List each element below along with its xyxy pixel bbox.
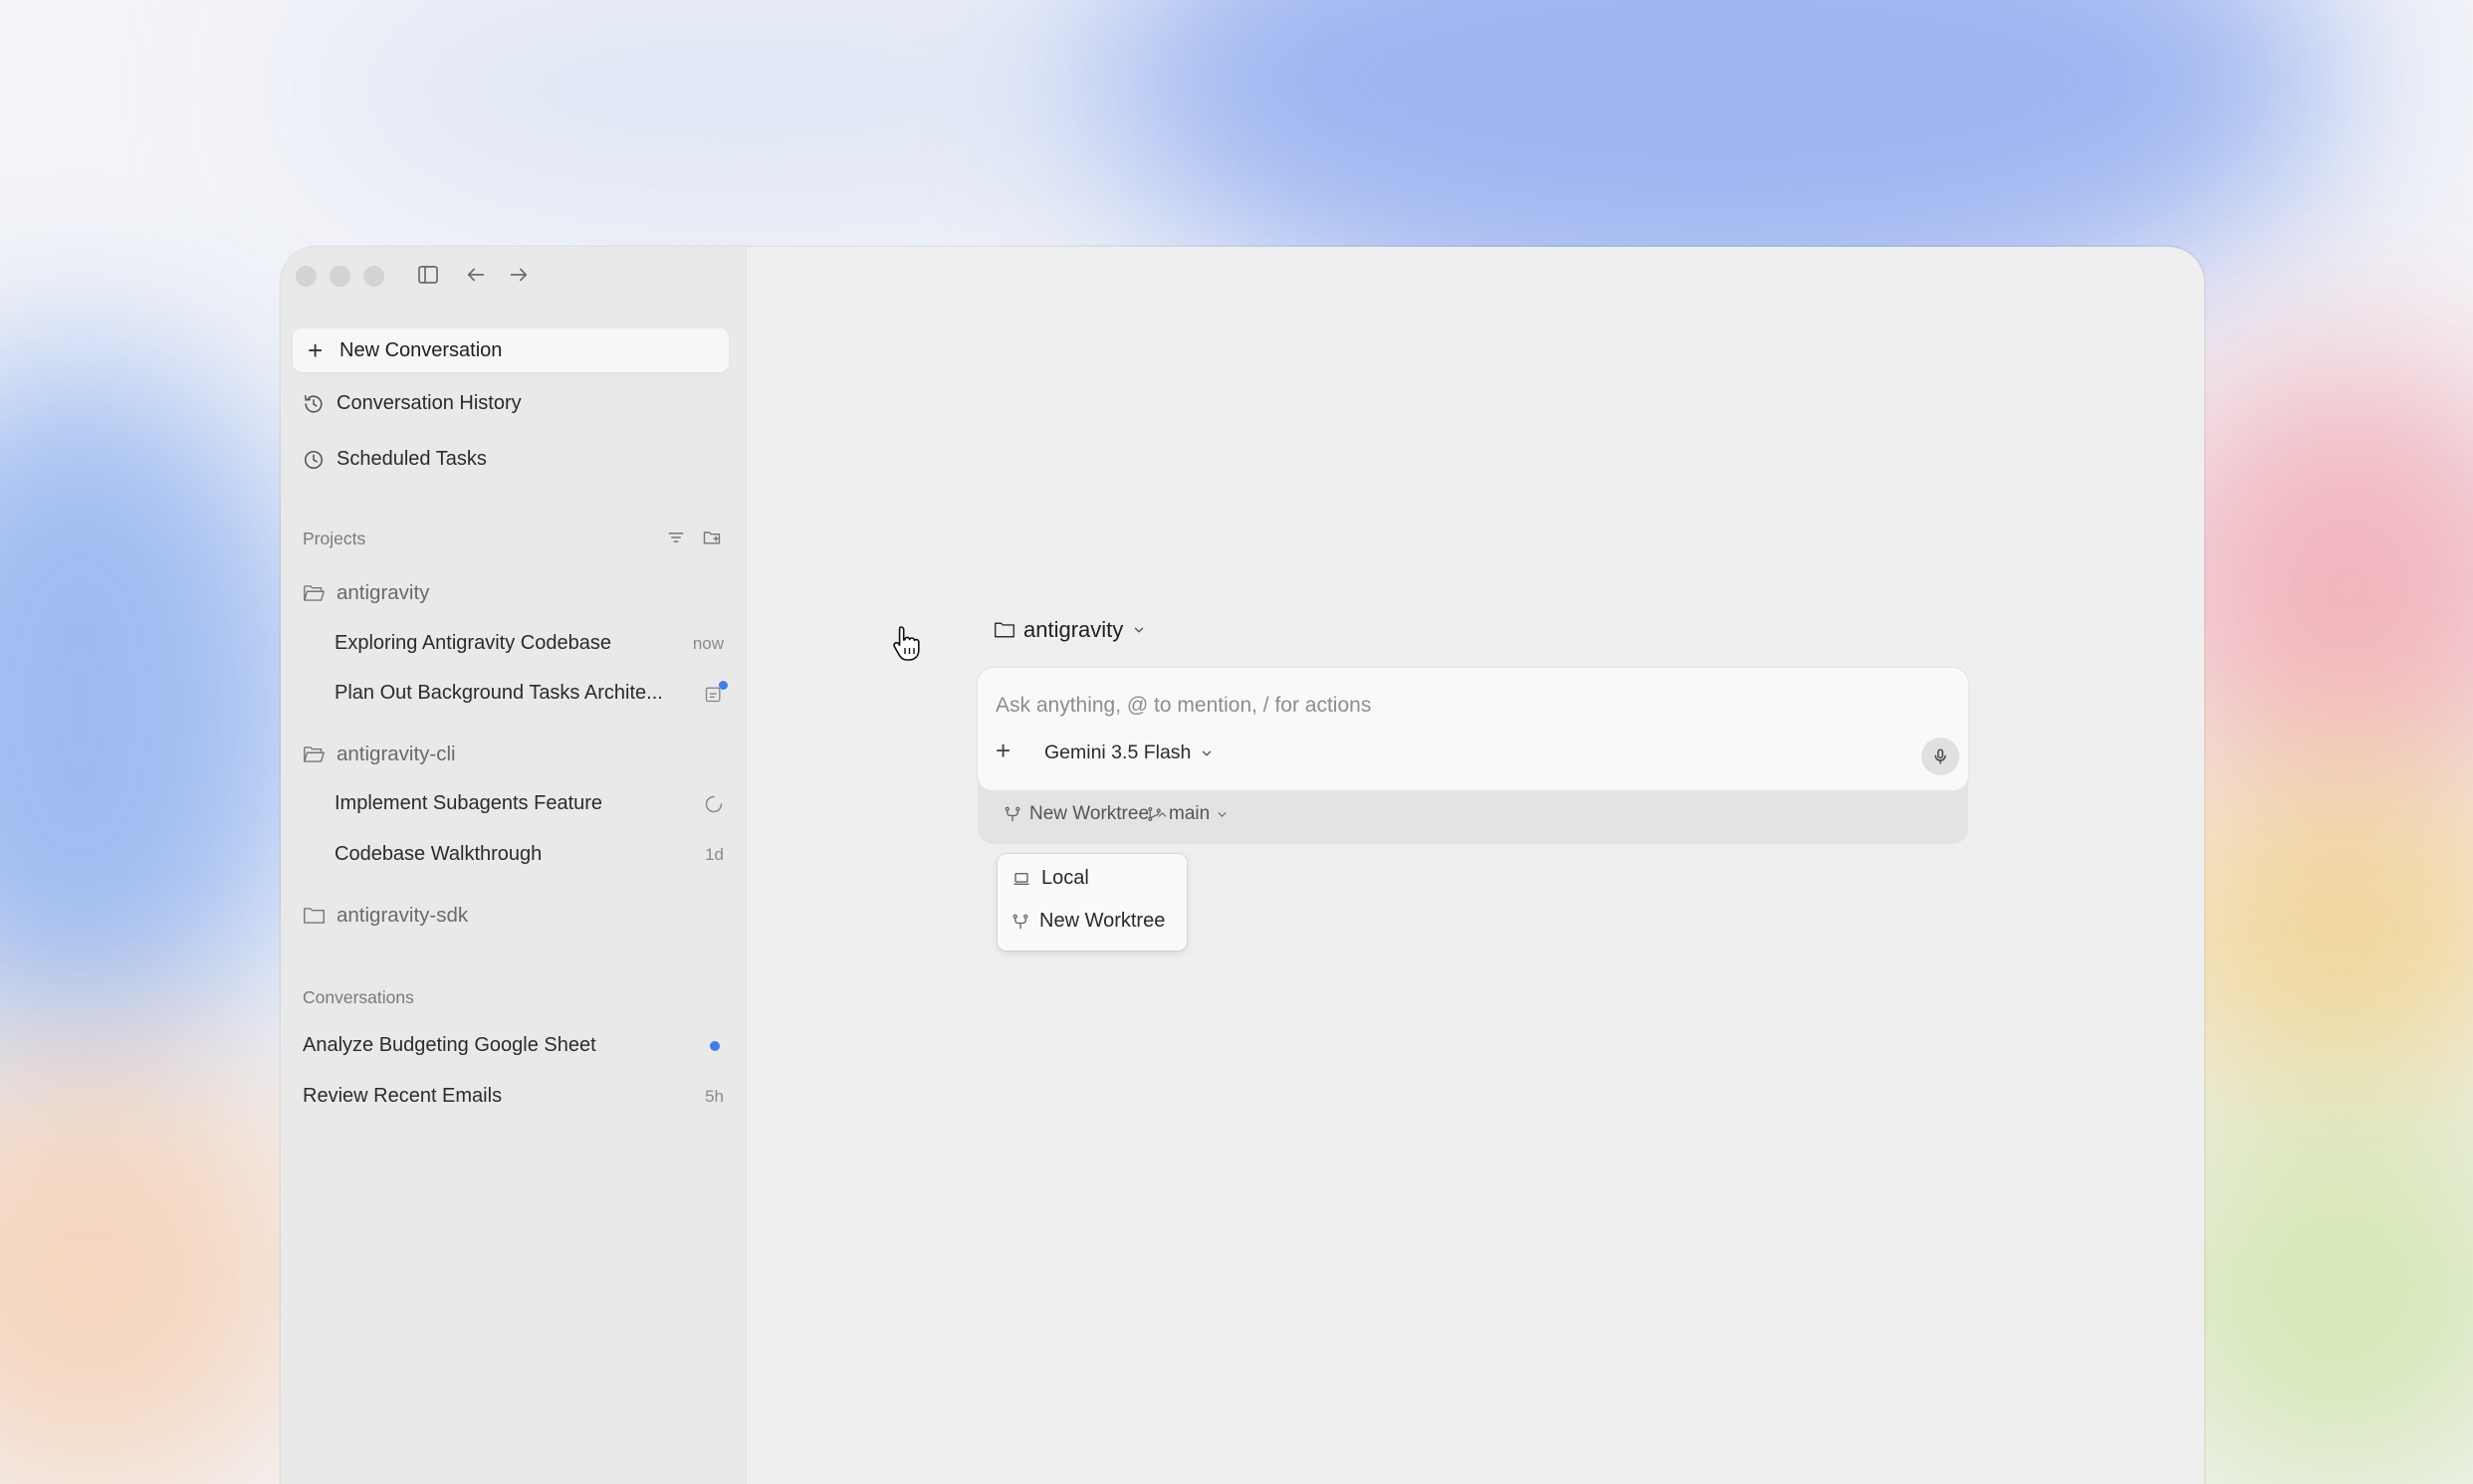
conversation-item[interactable]: Analyze Budgeting Google Sheet [303,1034,724,1057]
conversation-history-link[interactable]: Conversation History [303,392,522,415]
conversation-history-label: Conversation History [337,392,522,414]
microphone-icon [1934,748,1946,764]
project-antigravity-sdk[interactable]: antigravity-sdk [303,904,468,928]
worktree-dropdown-menu: Local New Worktree [998,854,1187,951]
sidebar-toggle-icon[interactable] [416,263,440,292]
conversation-title: Plan Out Background Tasks Archite... [335,682,663,704]
plus-icon: + [308,335,324,365]
worktree-selector[interactable]: New Worktree [1004,803,1169,825]
add-attachment-button[interactable]: + [996,738,1011,763]
history-icon [304,394,323,413]
conversation-item[interactable]: Exploring Antigravity Codebase now [335,632,724,655]
open-folder-icon [304,585,325,601]
worktree-icon [1012,914,1028,929]
chevron-down-icon [1218,811,1227,817]
conversation-title: Exploring Antigravity Codebase [335,632,611,654]
folder-icon [994,622,1015,638]
conversation-title: Implement Subagents Feature [335,792,603,814]
pointer-hand-cursor-icon [892,624,922,667]
conversation-item[interactable]: Implement Subagents Feature [335,792,724,815]
minimize-window-button[interactable] [330,266,350,287]
project-name: antigravity [337,581,430,604]
new-conversation-button[interactable]: + New Conversation [293,328,729,372]
branch-label: main [1169,803,1211,824]
main-panel: antigravity Ask anything, @ to mention, … [746,247,2204,1484]
conversation-time: 1d [705,844,724,864]
project-folder-selector[interactable]: antigravity [994,617,1146,643]
conversation-time: now [692,633,724,653]
zoom-window-button[interactable] [363,266,384,287]
project-folder-label: antigravity [1023,617,1124,642]
conversation-item[interactable]: Plan Out Background Tasks Archite... [335,680,728,705]
conversation-item[interactable]: Codebase Walkthrough 1d [335,843,724,866]
branch-selector[interactable]: main [1146,803,1229,825]
menu-item-new-worktree[interactable]: New Worktree [1012,910,1165,933]
project-name: antigravity-cli [337,742,456,765]
menu-item-local[interactable]: Local [1012,867,1089,890]
composer: Ask anything, @ to mention, / for action… [978,668,1968,844]
chevron-down-icon [1135,627,1144,633]
forward-arrow-icon[interactable] [508,263,530,292]
unread-dot [710,1040,720,1051]
conversations-heading: Conversations [303,987,414,1007]
prompt-box[interactable]: Ask anything, @ to mention, / for action… [978,668,1968,790]
project-antigravity-cli[interactable]: antigravity-cli [303,742,456,766]
sidebar: + New Conversation Conversation History … [281,247,747,1484]
laptop-icon [1013,872,1029,885]
project-name: antigravity-sdk [337,904,469,927]
folder-icon [304,908,325,924]
open-folder-icon [304,746,325,762]
filter-icon[interactable] [666,528,686,547]
notification-icon [704,680,728,704]
worktree-label: New Worktree [1029,803,1150,824]
menu-item-label: Local [1041,867,1089,889]
projects-heading: Projects [303,529,366,548]
scheduled-tasks-label: Scheduled Tasks [337,448,487,470]
window-controls [296,266,384,287]
microphone-button[interactable] [1921,738,1959,775]
model-selector[interactable]: Gemini 3.5 Flash [1044,742,1214,764]
worktree-icon [1005,806,1020,822]
scheduled-tasks-link[interactable]: Scheduled Tasks [303,448,487,471]
close-window-button[interactable] [296,266,317,287]
back-arrow-icon[interactable] [465,263,487,292]
project-antigravity[interactable]: antigravity [303,581,429,605]
chevron-down-icon [1203,750,1212,755]
menu-item-label: New Worktree [1039,910,1166,932]
new-conversation-label: New Conversation [339,338,503,361]
git-branch-icon [1148,806,1161,822]
conversation-time: 5h [705,1086,724,1106]
conversation-title: Codebase Walkthrough [335,843,543,865]
new-folder-icon[interactable] [701,528,723,547]
conversation-title: Analyze Budgeting Google Sheet [303,1034,596,1056]
loading-spinner-icon [705,795,723,812]
conversation-item[interactable]: Review Recent Emails 5h [303,1085,724,1108]
conversation-title: Review Recent Emails [303,1085,503,1107]
app-window: + New Conversation Conversation History … [281,247,2204,1484]
prompt-input[interactable]: Ask anything, @ to mention, / for action… [996,694,1371,718]
clock-icon [304,450,324,469]
model-label: Gemini 3.5 Flash [1044,742,1192,763]
